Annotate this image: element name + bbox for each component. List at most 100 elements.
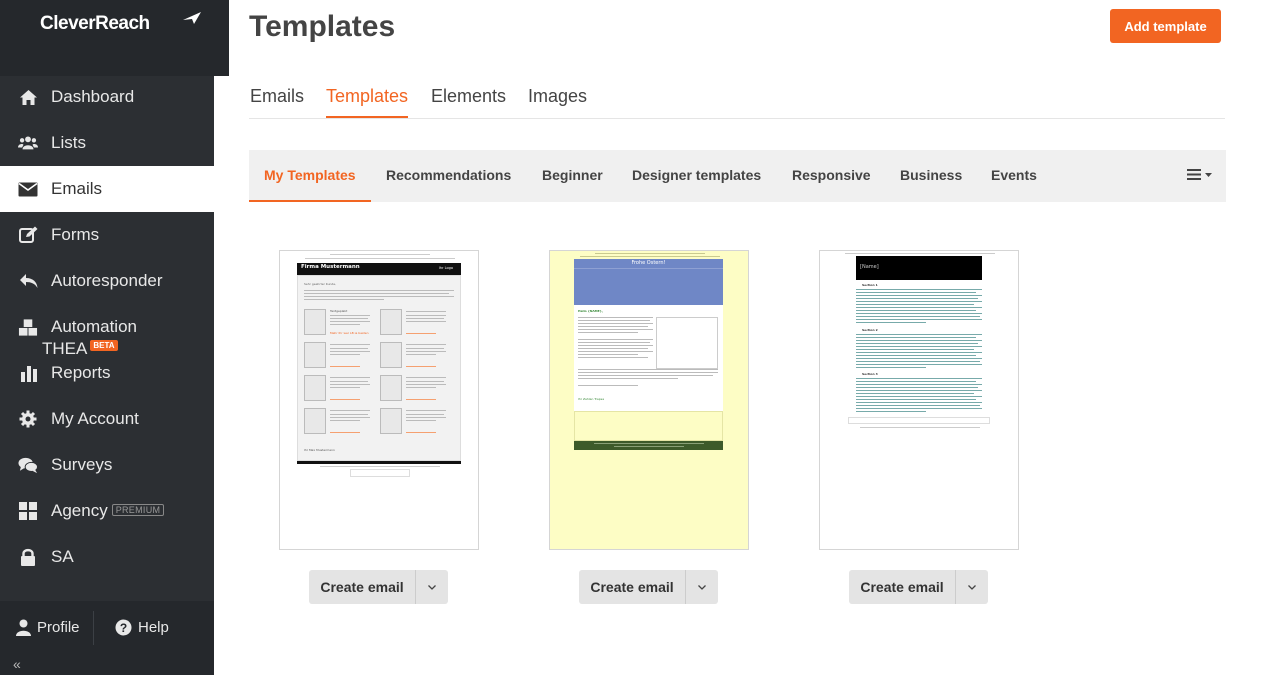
sidebar-item-lists[interactable]: Lists [0, 120, 214, 166]
sidebar-item-label: Agency PREMIUM [51, 501, 165, 521]
cubes-icon [18, 317, 38, 337]
svg-text:?: ? [120, 621, 127, 635]
create-email-dropdown[interactable] [415, 570, 448, 604]
tab-templates[interactable]: Templates [326, 86, 409, 118]
comments-icon [18, 455, 38, 475]
logo-placeholder: Ihr Logo [438, 266, 453, 270]
create-email-button[interactable]: Create email [309, 570, 415, 604]
create-email-group: Create email [849, 570, 988, 604]
easter-footer [574, 441, 723, 450]
user-icon [16, 619, 31, 636]
subtab-my-templates[interactable]: My Templates [249, 150, 371, 202]
easter-headline: Frohe Ostern! [631, 260, 666, 266]
section-heading: Section 1 [862, 283, 878, 287]
sidebar-item-dashboard[interactable]: Dashboard [0, 74, 214, 120]
list-icon [1187, 169, 1201, 180]
premium-badge: PREMIUM [111, 504, 165, 516]
subtab-responsive[interactable]: Responsive [792, 150, 871, 202]
header-bar: Firma Mustermann Ihr Logo [297, 263, 461, 275]
greeting-text: Sehr geehrter Kunde, [304, 282, 337, 286]
sidebar-item-reports[interactable]: Reports [0, 350, 214, 396]
easter-spacer [574, 411, 723, 441]
easter-signature: Ihr Zahlan Trapsa [578, 397, 605, 401]
profile-link[interactable]: Profile [16, 619, 80, 636]
tab-emails[interactable]: Emails [250, 86, 304, 118]
sidebar-item-label: Dashboard [51, 87, 135, 106]
paper-plane-icon [183, 12, 201, 24]
easter-greeting: Hallo {NAME}, [578, 309, 603, 313]
sidebar-item-label: Autoresponder [51, 271, 163, 290]
edit-icon [18, 225, 38, 245]
sidebar-item-label: SA [51, 547, 74, 566]
name-placeholder: [Name] [860, 264, 879, 270]
sidebar-item-label: Automation [51, 317, 137, 336]
sidebar-item-label: Reports [51, 363, 111, 382]
sidebar-footer: Profile ? Help « [0, 601, 214, 675]
collapse-sidebar-button[interactable]: « [13, 656, 21, 672]
gear-icon [18, 409, 38, 429]
sidebar-item-sa[interactable]: SA [0, 534, 214, 580]
sidebar: CleverReach Dashboard Lists Emails Forms [0, 0, 229, 675]
bar-chart-icon [18, 363, 38, 383]
agency-label: Agency [51, 501, 108, 520]
sidebar-item-forms[interactable]: Forms [0, 212, 214, 258]
add-template-button[interactable]: Add template [1110, 9, 1221, 43]
tab-images[interactable]: Images [528, 86, 587, 118]
create-email-dropdown[interactable] [955, 570, 988, 604]
reply-icon [18, 271, 38, 291]
sidebar-item-label: Forms [51, 225, 100, 244]
section-heading: Section 2 [862, 328, 878, 332]
create-email-group: Create email [579, 570, 718, 604]
help-icon: ? [115, 619, 132, 636]
help-label: Help [138, 619, 169, 636]
sidebar-item-surveys[interactable]: Surveys [0, 442, 214, 488]
template-category-tabs: My Templates Recommendations Beginner De… [249, 150, 1226, 202]
chevron-down-icon [428, 584, 436, 590]
main-tabs: Emails Templates Elements Images [249, 76, 1225, 119]
sidebar-item-autoresponder[interactable]: Autoresponder [0, 258, 214, 304]
item-link: Mehr Ihr wer LB ia besten [330, 331, 369, 335]
tab-elements[interactable]: Elements [431, 86, 506, 118]
sidebar-item-label: Surveys [51, 455, 113, 474]
signature-text: Ihr Max Mustermann [304, 448, 335, 452]
users-icon [18, 133, 38, 153]
create-email-button[interactable]: Create email [579, 570, 685, 604]
create-email-group: Create email [309, 570, 448, 604]
item-title: Textgeplakt [330, 309, 348, 313]
easter-body: Hallo {NAME}, Ihr Zahlan Trapsa [574, 305, 723, 411]
easter-header: Frohe Ostern! [574, 259, 723, 305]
section-heading: Section 3 [862, 372, 878, 376]
brand-logo[interactable]: CleverReach [40, 12, 201, 35]
sidebar-item-agency[interactable]: Agency PREMIUM [0, 488, 214, 534]
subtab-business[interactable]: Business [900, 150, 962, 202]
template-thumbnail[interactable]: Firma Mustermann Ihr Logo Sehr geehrter … [279, 250, 479, 550]
create-email-dropdown[interactable] [685, 570, 718, 604]
sidebar-item-label: Emails [51, 179, 103, 198]
profile-label: Profile [37, 619, 80, 636]
view-menu-button[interactable] [1187, 169, 1212, 180]
sidebar-item-emails[interactable]: Emails [0, 166, 214, 212]
name-header: [Name] [856, 256, 982, 280]
sidebar-item-label: My Account [51, 409, 139, 428]
subtab-designer-templates[interactable]: Designer templates [632, 150, 761, 202]
subtab-beginner[interactable]: Beginner [542, 150, 603, 202]
caret-down-icon [1205, 172, 1212, 177]
page-title: Templates [249, 10, 396, 43]
preview-body: Sehr geehrter Kunde, Textgeplakt Mehr Ih… [297, 275, 461, 461]
subtab-events[interactable]: Events [991, 150, 1037, 202]
chevron-down-icon [698, 584, 706, 590]
footer-divider [93, 611, 94, 645]
brand-name: CleverReach [40, 13, 150, 34]
grid-icon [18, 501, 38, 521]
sidebar-header: CleverReach [0, 0, 229, 76]
subtab-recommendations[interactable]: Recommendations [386, 150, 511, 202]
template-thumbnail[interactable]: Frohe Ostern! Hallo {NAME}, Ihr Zahlan T… [549, 250, 749, 550]
create-email-button[interactable]: Create email [849, 570, 955, 604]
sidebar-item-label: Lists [51, 133, 86, 152]
sidebar-item-my-account[interactable]: My Account [0, 396, 214, 442]
envelope-icon [18, 179, 38, 199]
home-icon [18, 87, 38, 107]
lock-icon [18, 547, 38, 567]
help-link[interactable]: ? Help [115, 619, 169, 636]
template-thumbnail[interactable]: [Name] Section 1 Section 2 Section 3 [819, 250, 1019, 550]
